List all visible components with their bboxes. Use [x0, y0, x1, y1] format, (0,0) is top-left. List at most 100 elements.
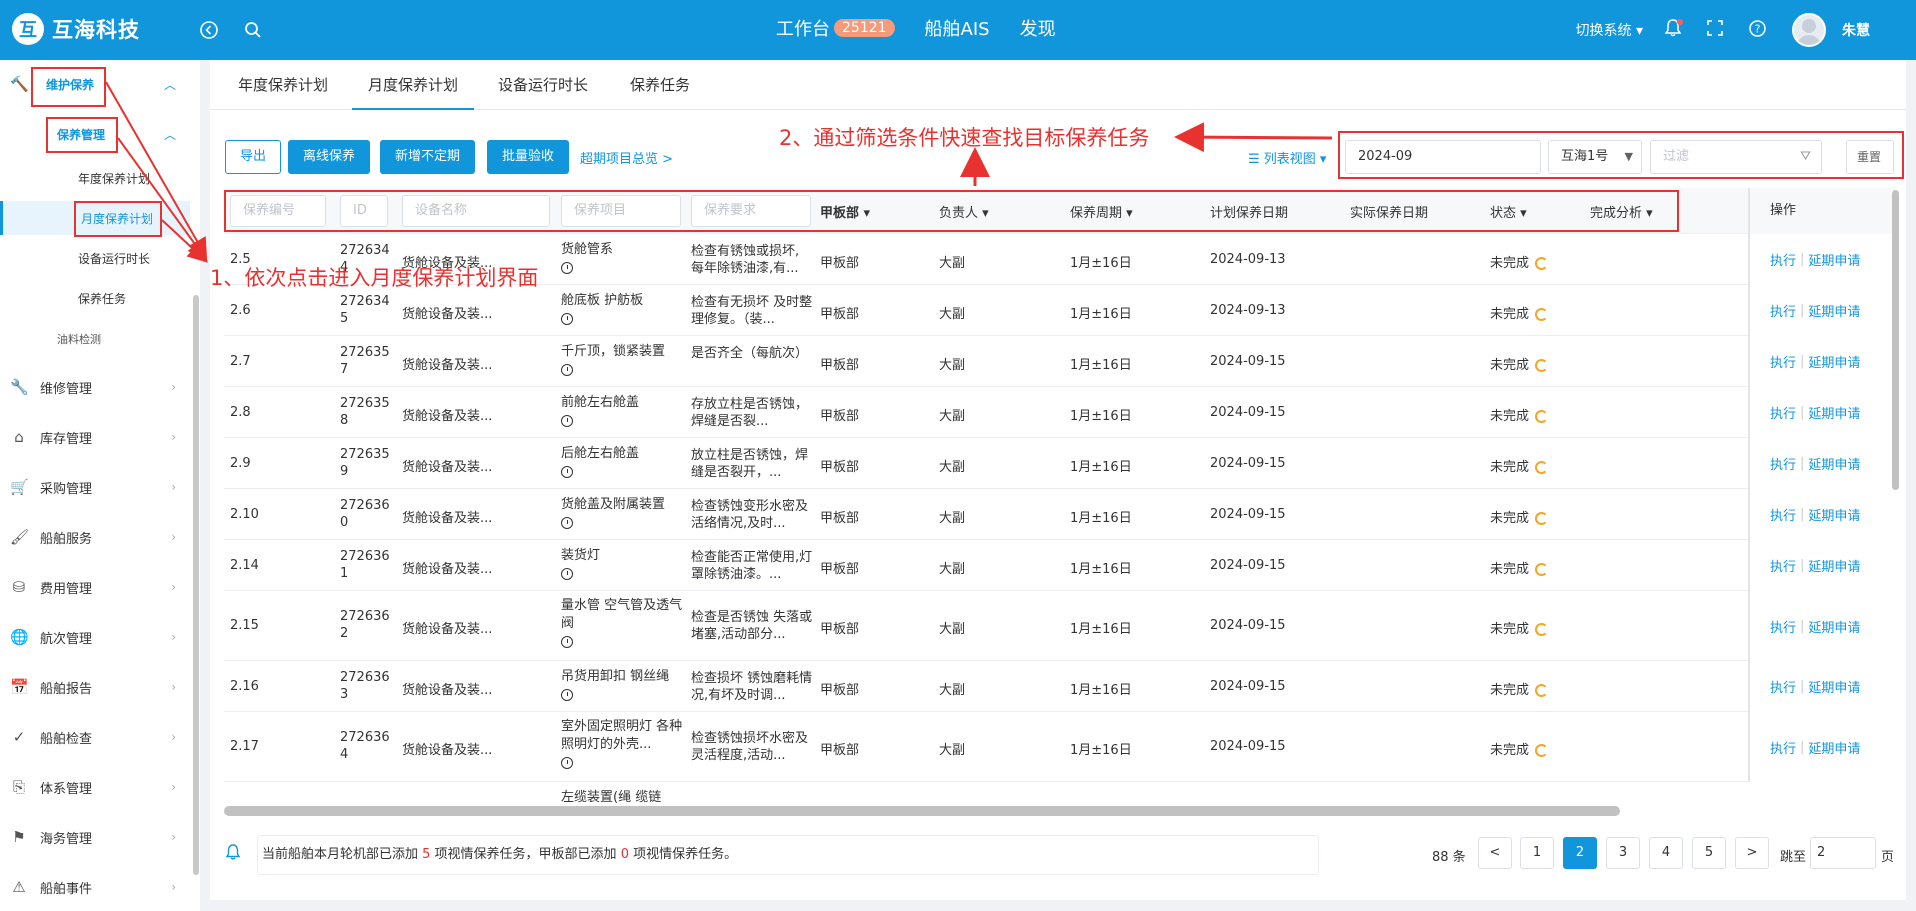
- sidebar-item-system-label: 体系管理: [40, 781, 93, 797]
- extend-request-link[interactable]: 延期申请: [1808, 454, 1860, 473]
- tab-runtime[interactable]: 设备运行时长: [498, 60, 588, 110]
- execute-link[interactable]: 执行: [1770, 556, 1796, 575]
- chevron-up-icon: ︿: [163, 127, 176, 142]
- sidebar-item-system[interactable]: ⎘ 体系管理 ›: [0, 767, 190, 807]
- add-irregular-button[interactable]: 新增不定期: [380, 140, 476, 174]
- extend-request-link[interactable]: 延期申请: [1808, 738, 1860, 757]
- sidebar-item-marine[interactable]: ⚑ 海务管理 ›: [0, 817, 190, 857]
- execute-link[interactable]: 执行: [1770, 454, 1796, 473]
- logo[interactable]: 互 互海科技: [12, 13, 140, 45]
- pager-page-5[interactable]: 5: [1692, 837, 1726, 869]
- tab-annual-plan[interactable]: 年度保养计划: [238, 60, 328, 110]
- cell-status: 未完成: [1490, 739, 1549, 758]
- view-mode-dropdown[interactable]: ☰ 列表视图 ▾: [1248, 148, 1326, 167]
- reset-button[interactable]: 重置: [1846, 140, 1894, 174]
- table-row: 2.8 2726358 货舱设备及装... 前舱左右舱盖 存放立柱是否锈蚀，焊缝是否裂.…: [224, 387, 1894, 438]
- sidebar-sub-runtime[interactable]: 设备运行时长: [0, 241, 190, 275]
- sidebar-sub-tasks[interactable]: 保养任务: [0, 281, 190, 315]
- pager-next-button[interactable]: >: [1735, 837, 1769, 869]
- sidebar-item-inspection[interactable]: ✓ 船舶检查 ›: [0, 717, 190, 757]
- execute-link[interactable]: 执行: [1770, 301, 1796, 320]
- cell-item-text: 货舱盖及附属装置: [561, 497, 666, 512]
- pager-page-4[interactable]: 4: [1649, 837, 1683, 869]
- batch-accept-button[interactable]: 批量验收: [487, 140, 570, 174]
- sidebar-item-expense[interactable]: ⛁ 费用管理 ›: [0, 567, 190, 607]
- export-button[interactable]: 导出: [225, 140, 282, 174]
- extend-request-link[interactable]: 延期申请: [1808, 301, 1860, 320]
- cell-owner: 大副: [939, 622, 966, 637]
- execute-link[interactable]: 执行: [1770, 250, 1796, 269]
- sidebar-item-inventory[interactable]: ⌂ 库存管理 ›: [0, 417, 190, 457]
- nav-workbench[interactable]: 工作台 25121: [776, 15, 895, 41]
- cell-id: 2726364: [340, 730, 390, 762]
- horizontal-scrollbar[interactable]: [224, 806, 1620, 816]
- extend-request-link[interactable]: 延期申请: [1808, 352, 1860, 371]
- sidebar-sub-annual-plan[interactable]: 年度保养计划: [0, 161, 190, 195]
- cell-id: 2726360: [340, 498, 390, 530]
- sidebar-item-repair[interactable]: 🔧 维修管理 ›: [0, 367, 190, 407]
- separator: |: [1800, 618, 1805, 634]
- execute-link[interactable]: 执行: [1770, 403, 1796, 422]
- cell-id: 2726357: [340, 345, 390, 377]
- nav-ais[interactable]: 船舶AIS: [925, 15, 990, 41]
- tab-monthly-plan[interactable]: 月度保养计划: [352, 60, 475, 110]
- back-icon[interactable]: [197, 18, 221, 42]
- nav-discover[interactable]: 发现: [1020, 15, 1056, 41]
- clock-icon: [561, 465, 573, 478]
- extend-request-link[interactable]: 延期申请: [1808, 677, 1860, 696]
- switch-system-dropdown[interactable]: 切换系统 ▾: [1576, 20, 1643, 40]
- pager-prev-button[interactable]: <: [1478, 837, 1512, 869]
- sidebar-item-incident[interactable]: ⚠ 船舶事件 ›: [0, 867, 190, 907]
- offline-maintenance-button[interactable]: 离线保养: [288, 140, 371, 174]
- pager-goto-input[interactable]: 2: [1810, 837, 1876, 869]
- cell-item-text: 装货灯: [561, 548, 601, 563]
- database-icon: ⛁: [12, 578, 26, 596]
- cell-equipment: 货舱设备及装...: [402, 307, 493, 322]
- user-name[interactable]: 朱慧: [1842, 20, 1870, 40]
- vertical-scrollbar[interactable]: [1892, 190, 1899, 490]
- execute-link[interactable]: 执行: [1770, 617, 1796, 636]
- execute-link[interactable]: 执行: [1770, 505, 1796, 524]
- sidebar-item-voyage[interactable]: 🌐 航次管理 ›: [0, 617, 190, 657]
- copy-icon: ⎘: [12, 778, 25, 796]
- status-text: 未完成: [1490, 358, 1530, 373]
- clock-icon: [561, 756, 573, 769]
- pager-page-2[interactable]: 2: [1563, 837, 1597, 869]
- extend-request-link[interactable]: 延期申请: [1808, 617, 1860, 636]
- execute-link[interactable]: 执行: [1770, 677, 1796, 696]
- cell-item-text: 前舱左右舱盖: [561, 395, 640, 410]
- extend-request-link[interactable]: 延期申请: [1808, 505, 1860, 524]
- bell-icon[interactable]: [1664, 19, 1683, 41]
- execute-link[interactable]: 执行: [1770, 738, 1796, 757]
- sidebar-item-ship-service[interactable]: 🖌 船舶服务 ›: [0, 517, 190, 557]
- sidebar-item-report[interactable]: 📅 船舶报告 ›: [0, 667, 190, 707]
- tab-tasks[interactable]: 保养任务: [630, 60, 690, 110]
- cell-item-text: 室外固定照明灯 各种照明灯的外壳...: [561, 719, 683, 752]
- extend-request-link[interactable]: 延期申请: [1808, 250, 1860, 269]
- help-icon[interactable]: ?: [1749, 19, 1766, 41]
- sidebar-item-purchase[interactable]: 🛒 采购管理 ›: [0, 467, 190, 507]
- search-icon[interactable]: [241, 18, 265, 42]
- sidebar-item-inspection-label: 船舶检查: [40, 731, 93, 747]
- extend-request-link[interactable]: 延期申请: [1808, 403, 1860, 422]
- cell-department: 甲板部: [820, 256, 860, 271]
- cell-requirement: 检查有锈蚀或损坏, 每年除锈油漆,有...: [691, 244, 800, 276]
- month-picker[interactable]: 2024-09: [1345, 140, 1541, 174]
- extend-request-link[interactable]: 延期申请: [1808, 556, 1860, 575]
- notice-suffix: 项视情保养任务。: [628, 847, 738, 862]
- sidebar-sub-oil-check[interactable]: 油料检测: [0, 322, 190, 356]
- execute-link[interactable]: 执行: [1770, 352, 1796, 371]
- sidebar-scrollbar[interactable]: [193, 295, 199, 875]
- avatar[interactable]: [1792, 13, 1826, 47]
- pager-page-3[interactable]: 3: [1606, 837, 1640, 869]
- fullscreen-icon[interactable]: [1707, 20, 1723, 40]
- filter-input[interactable]: 过滤 ⛛: [1650, 140, 1822, 174]
- top-header: 互 互海科技 工作台 25121 船舶AIS 发现 切换系统 ▾ ? 朱慧: [0, 0, 1916, 60]
- ship-select[interactable]: 互海1号 ▼: [1548, 140, 1642, 174]
- hammer-icon: 🔨: [10, 75, 29, 93]
- pager-goto-label: 跳至: [1780, 850, 1807, 865]
- overdue-overview-link[interactable]: 超期项目总览 >: [580, 148, 673, 167]
- pager-page-1[interactable]: 1: [1520, 837, 1554, 869]
- nav-workbench-badge: 25121: [834, 19, 895, 37]
- table-row: 左缆装置(绳 缆链: [224, 782, 1894, 808]
